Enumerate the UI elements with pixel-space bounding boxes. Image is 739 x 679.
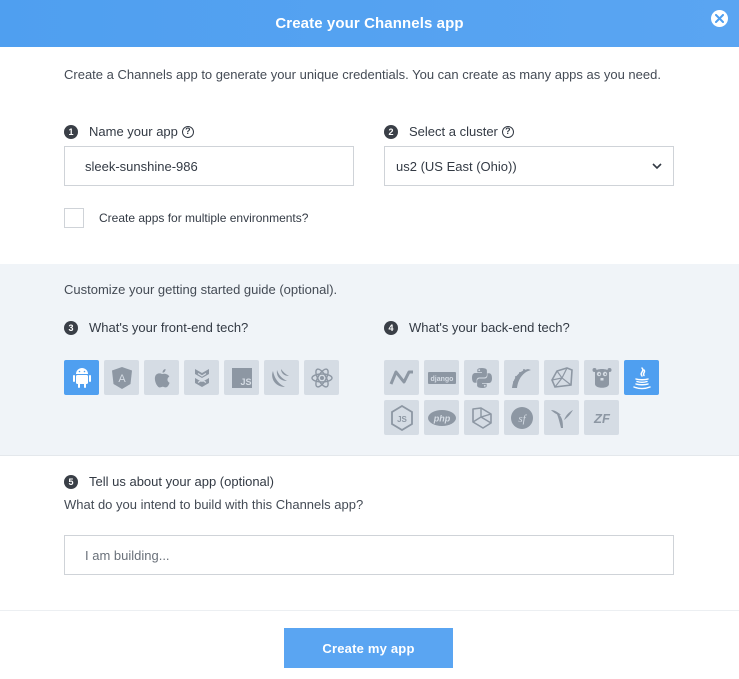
js-glyph: JS [240, 377, 251, 387]
backend-nodejs[interactable]: JS [384, 400, 419, 435]
backend-laravel[interactable] [464, 400, 499, 435]
frontend-android[interactable] [64, 360, 99, 395]
frontend-backbone[interactable] [184, 360, 219, 395]
backend-symfony[interactable]: sf [504, 400, 539, 435]
js-icon: JS [231, 367, 252, 388]
backend-yii[interactable] [544, 400, 579, 435]
cluster-select-value: us2 (US East (Ohio)) [396, 158, 517, 174]
step2-label-text: Select a cluster [409, 124, 498, 139]
zend-glyph: ZF [593, 411, 611, 426]
step4-label-text: What's your back-end tech? [409, 320, 570, 335]
backend-go[interactable] [584, 360, 619, 395]
android-icon [72, 367, 91, 388]
step-number: 4 [384, 320, 398, 335]
step5-question: What do you intend to build with this Ch… [64, 497, 364, 512]
yii-icon [550, 409, 573, 428]
app-name-input-wrapper [64, 146, 354, 186]
chevron-down-icon [652, 163, 662, 170]
step-number: 3 [64, 320, 78, 335]
ruby-icon [550, 366, 573, 388]
backend-php[interactable]: php [424, 400, 459, 435]
step3-label-text: What's your front-end tech? [89, 320, 249, 335]
step5-label: 5 Tell us about your app (optional) [64, 474, 274, 489]
backend-django[interactable]: django [424, 360, 459, 395]
jquery-icon [271, 368, 289, 387]
backbone-icon [194, 368, 209, 387]
step1-label-text: Name your app [89, 124, 178, 139]
laravel-icon [471, 406, 492, 429]
django-icon: django [427, 371, 456, 384]
step-number: 1 [64, 124, 78, 139]
help-icon[interactable]: ? [181, 125, 194, 138]
php-icon: php [427, 409, 456, 426]
cluster-select[interactable]: us2 (US East (Ohio)) [384, 146, 674, 186]
backend-rails[interactable] [504, 360, 539, 395]
step3-label: 3 What's your front-end tech? [64, 320, 248, 335]
django-glyph: django [430, 376, 453, 383]
backend-python[interactable] [464, 360, 499, 395]
apple-icon [154, 368, 170, 387]
customize-text: Customize your getting started guide (op… [64, 282, 338, 297]
angular-icon: A [111, 366, 132, 389]
app-description-wrapper [64, 535, 674, 575]
php-glyph: php [432, 413, 450, 423]
backend-ruby[interactable] [544, 360, 579, 395]
nodejs-icon: JS [390, 404, 413, 431]
step-number: 2 [384, 124, 398, 139]
frontend-javascript[interactable]: JS [224, 360, 259, 395]
multi-env-row: Create apps for multiple environments? [64, 208, 308, 228]
modal-title: Create your Channels app [275, 15, 464, 32]
symfony-icon: sf [510, 406, 533, 429]
intro-text: Create a Channels app to generate your u… [64, 67, 661, 82]
step-number: 5 [64, 474, 78, 489]
frontend-angular[interactable]: A [104, 360, 139, 395]
app-description-input[interactable] [85, 547, 653, 563]
react-icon [310, 367, 333, 388]
multi-env-label: Create apps for multiple environments? [99, 211, 309, 225]
backend-dotnet[interactable] [384, 360, 419, 395]
nodejs-glyph: JS [397, 415, 407, 424]
java-icon [632, 366, 651, 389]
angular-glyph: A [118, 373, 126, 385]
create-app-button[interactable]: Create my app [284, 628, 453, 668]
dotnet-icon [389, 370, 413, 385]
gopher-icon [592, 367, 611, 388]
step1-label: 1 Name your app ? [64, 124, 194, 139]
step5-label-text: Tell us about your app (optional) [89, 474, 275, 489]
close-button[interactable] [711, 10, 728, 27]
multi-env-checkbox[interactable] [64, 208, 84, 228]
close-icon [715, 14, 724, 23]
backend-java[interactable] [624, 360, 659, 395]
frontend-jquery[interactable] [264, 360, 299, 395]
step2-label: 2 Select a cluster ? [384, 124, 514, 139]
step4-label: 4 What's your back-end tech? [384, 320, 570, 335]
modal-header: Create your Channels app [0, 0, 739, 47]
python-icon [471, 367, 492, 388]
app-name-input[interactable] [85, 158, 333, 174]
footer-divider [0, 610, 739, 611]
zend-icon: ZF [593, 411, 611, 426]
frontend-ios[interactable] [144, 360, 179, 395]
help-icon[interactable]: ? [501, 125, 514, 138]
backend-zend[interactable]: ZF [584, 400, 619, 435]
rails-icon [511, 368, 531, 388]
frontend-react[interactable] [304, 360, 339, 395]
